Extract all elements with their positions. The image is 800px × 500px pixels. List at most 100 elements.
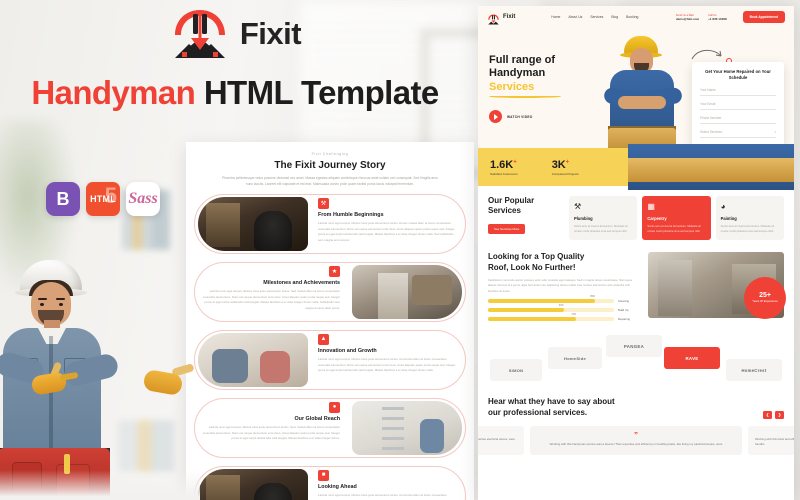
quality-section: Looking for a Top Quality Roof, Look No … <box>478 248 794 327</box>
form-title: Get Your Home Repaired on Your Schedule <box>705 69 771 81</box>
contact-mail-value: demo@fixit.com <box>675 16 700 21</box>
testimonial-card[interactable]: Working with this hand and efficiency in… <box>748 425 794 455</box>
experience-label: Years Of Experience <box>752 299 778 304</box>
nav-item-booking[interactable]: Booking <box>626 15 638 19</box>
stat-label: Completed Projects <box>551 171 579 176</box>
quality-paragraph: Vestibulum commodo auctor posuere enim o… <box>488 278 633 293</box>
chevron-left-icon[interactable]: ❮ <box>763 410 772 419</box>
watch-video-button[interactable]: WATCH VIDEO <box>489 110 609 124</box>
timeline-body: ● Our Global Reach Lacinia nunc eget tem… <box>200 401 340 442</box>
bootstrap-badge: B <box>46 182 80 216</box>
services-heading-block: Our Popular Services See Services More <box>488 196 562 240</box>
nav-item-services[interactable]: Services <box>590 15 603 19</box>
testimonials-header: Hear what they have to say about our pro… <box>488 397 784 419</box>
timeline-text: Lacinia nunc eget tempor ultrices risus … <box>318 220 455 242</box>
testimonial-text: Working with this hand and efficiency in… <box>755 436 794 447</box>
sass-badge: Sass <box>126 182 160 216</box>
appointment-form[interactable]: Get Your Home Repaired on Your Schedule … <box>692 62 784 148</box>
timeline-item[interactable]: ▲ Innovation and Growth Lacinia nunc ege… <box>186 329 474 392</box>
hero-line-1: Full range of <box>489 54 555 66</box>
timeline-item[interactable]: ● Our Global Reach Lacinia nunc eget tem… <box>186 397 474 460</box>
testimonials-heading: Hear what they have to say about our pro… <box>488 397 615 419</box>
book-appointment-button[interactable]: Book Appointment <box>742 11 785 23</box>
preview-logo[interactable]: Fixit <box>487 12 516 25</box>
chevron-down-icon: ▾ <box>774 129 776 134</box>
journey-story-preview[interactable]: Fixit Challenging The Fixit Journey Stor… <box>186 142 474 500</box>
page-header: Fixit Handyman HTML Template <box>0 8 470 112</box>
nav-item-home[interactable]: Home <box>551 15 560 19</box>
stat-number: 1.6K+ <box>490 159 518 171</box>
services-select[interactable]: Select Services ▾ <box>700 130 776 138</box>
timeline-text: Lacinia nunc eget tempor ultrices risus … <box>202 288 340 310</box>
house-tools-logo-icon <box>169 8 231 60</box>
service-card-painting[interactable]: ◕ Painting Sociis arcu at viverra fermen… <box>715 196 784 240</box>
timeline-item[interactable]: ⚒ From Humble Beginnings Lacinia nunc eg… <box>186 193 474 256</box>
globe-icon: ● <box>329 401 340 413</box>
testimonials-heading-line-1: Hear what they have to say about <box>488 397 615 407</box>
service-text: Sociis arcu at viverra fermentum. Molest… <box>647 225 701 233</box>
services-section: Our Popular Services See Services More ⚒… <box>478 186 794 248</box>
progress-pct: 60% <box>558 304 564 308</box>
hero-crossed-arms <box>618 96 666 109</box>
phone-field-placeholder: Phone Number <box>700 115 722 120</box>
progress-row-buildup: 60% Build Up <box>488 304 640 313</box>
see-services-button[interactable]: See Services More <box>488 223 526 234</box>
progress-fill <box>488 308 564 313</box>
timeline-body: ▲ Innovation and Growth Lacinia nunc ege… <box>318 333 458 374</box>
html5-badge: 5 HTML <box>86 182 120 216</box>
eye-right <box>59 303 63 306</box>
timeline-item[interactable]: ■ Looking Ahead Lacinia nunc eget tempor… <box>186 465 474 500</box>
nav-item-about[interactable]: About Us <box>568 15 582 19</box>
brand-logos-row: SIMON HomeSide PANGEA RAVE HomeCrest <box>478 329 794 391</box>
stat-number: 3K+ <box>552 159 579 171</box>
journey-title: The Fixit Journey Story <box>274 160 386 171</box>
testimonial-card[interactable]: eeze! Their expertise electrical issues,… <box>478 425 524 455</box>
chevron-right-icon[interactable]: ❯ <box>775 410 784 419</box>
timeline-text: Lacinia nunc eget tempor ultrices risus … <box>318 492 455 500</box>
contact-mail[interactable]: Send Us a Mail demo@fixit.com <box>676 14 699 21</box>
timeline-item[interactable]: ★ Milestones and Achievements Lacinia nu… <box>186 261 474 324</box>
service-card-carpentry[interactable]: ▦ Carpentry Sociis arcu at viverra ferme… <box>642 196 711 240</box>
service-card-plumbing[interactable]: ⚒ Plumbing Sociis arcu at viverra fermen… <box>569 196 638 240</box>
brand-logo-homeside: HomeSide <box>548 347 602 370</box>
stat-satisfied-customers: 1.6K+ Satisfied Customers <box>490 159 518 176</box>
phone-field[interactable]: Phone Number <box>700 116 776 124</box>
timeline-image <box>198 332 308 387</box>
hero-heading: Full range of Handyman Services <box>489 54 609 94</box>
brand-logo-pangea: PANGEA <box>606 335 662 358</box>
stat-plus: + <box>565 158 570 165</box>
brand-logo-simon: SIMON <box>490 359 542 382</box>
building-icon: ■ <box>318 469 329 481</box>
full-template-preview[interactable]: Fixit Home About Us Services Blog Bookin… <box>478 6 794 500</box>
service-title: Plumbing <box>574 216 593 221</box>
timeline-heading: Innovation and Growth <box>318 347 377 354</box>
brand-logo-rave: RAVE <box>664 347 720 370</box>
progress-label: Repairing <box>618 317 630 322</box>
services-heading: Our Popular Services <box>488 196 535 216</box>
stats-bar: 1.6K+ Satisfied Customers 3K+ Completed … <box>478 144 794 190</box>
name-field[interactable]: Your Name <box>700 88 776 96</box>
nav-item-blog[interactable]: Blog <box>611 15 618 19</box>
quality-heading-line-1: Looking for a Top Quality <box>488 252 585 261</box>
testimonial-card[interactable]: ” Working with this handyman service was… <box>530 425 742 455</box>
hero-handyman-photo <box>598 34 702 148</box>
preview-brand-name: Fixit <box>503 14 516 20</box>
quote-icon: ” <box>634 430 638 440</box>
experience-badge: 25+ Years Of Experience <box>744 277 786 320</box>
chart-growth-icon: ▲ <box>318 333 329 345</box>
progress-pct: 85% <box>590 295 596 299</box>
eyebrow-right <box>56 298 65 300</box>
wrench-icon: ⚒ <box>318 197 329 209</box>
progress-track: 85% <box>488 295 614 304</box>
watch-video-label: WATCH VIDEO <box>507 114 533 119</box>
services-select-placeholder: Select Services <box>700 129 722 134</box>
stat-completed-projects: 3K+ Completed Projects <box>552 159 579 176</box>
shirt-placket <box>49 336 53 454</box>
email-field[interactable]: Your Email <box>700 102 776 110</box>
testimonials-nav: ❮ ❯ <box>763 410 784 419</box>
services-cards: ⚒ Plumbing Sociis arcu at viverra fermen… <box>569 196 784 240</box>
play-icon <box>489 110 502 124</box>
testimonials-heading-line-2: our professional services. <box>488 407 588 417</box>
quality-left: Looking for a Top Quality Roof, Look No … <box>488 252 640 322</box>
contact-phone[interactable]: Call Us +1 836 13488 <box>708 14 726 21</box>
